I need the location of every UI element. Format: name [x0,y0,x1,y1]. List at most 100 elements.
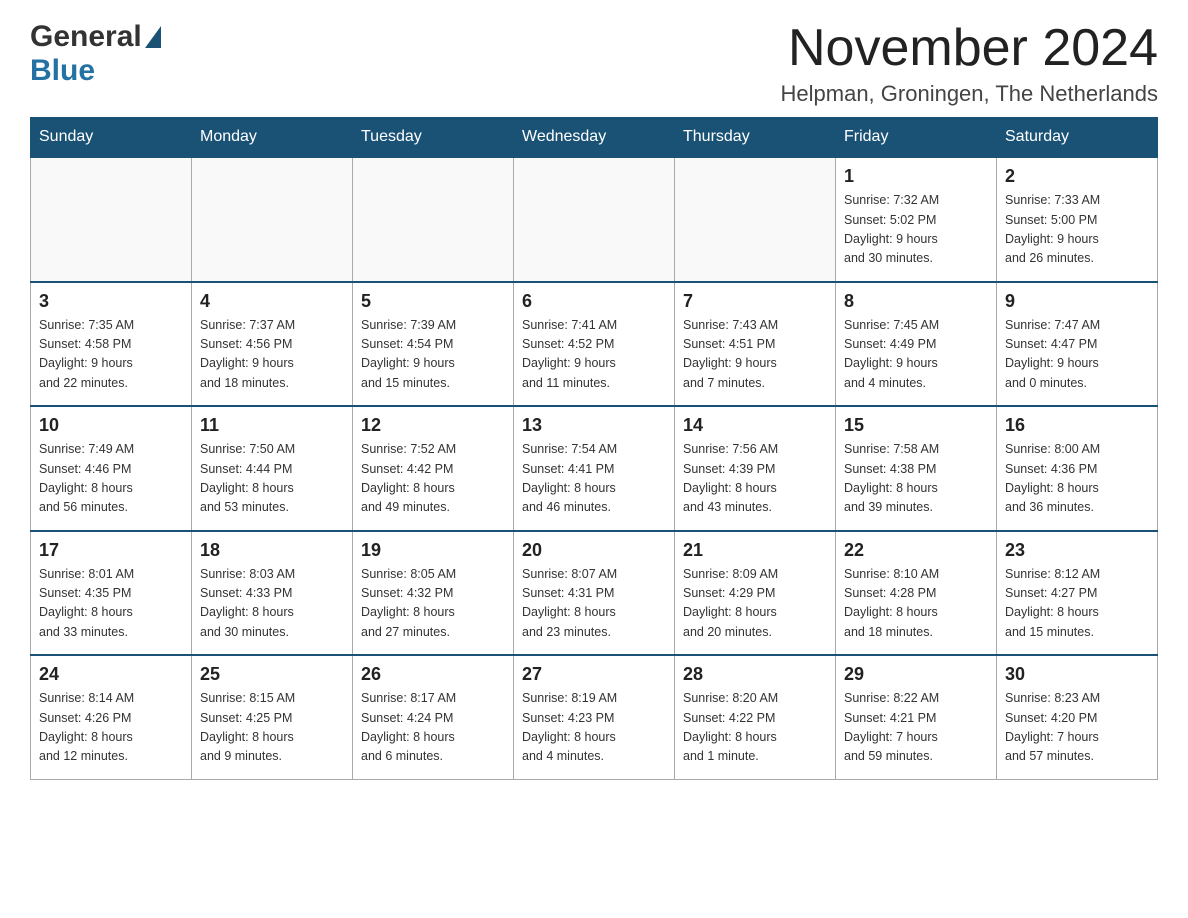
calendar-cell: 16Sunrise: 8:00 AM Sunset: 4:36 PM Dayli… [997,406,1158,531]
header-tuesday: Tuesday [353,118,514,158]
calendar-cell: 13 Sunrise: 7:54 AM Sunset: 4:41 PM Dayli… [514,406,675,531]
calendar-week-row: 24 Sunrise: 8:14 AM Sunset: 4:26 PM Dayli… [31,655,1158,779]
calendar-header-row: SundayMondayTuesdayWednesdayThursdayFrid… [31,118,1158,158]
day-number: 6 [522,291,666,312]
calendar-cell: 22 Sunrise: 8:10 AM Sunset: 4:28 PM Dayli… [836,531,997,656]
day-number: 5 [361,291,505,312]
calendar-cell: 26 Sunrise: 8:17 AM Sunset: 4:24 PM Dayli… [353,655,514,779]
day-number: 19 [361,540,505,561]
calendar-cell: 11 Sunrise: 7:50 AM Sunset: 4:44 PM Dayli… [192,406,353,531]
header-friday: Friday [836,118,997,158]
calendar-cell [514,157,675,282]
day-info: Sunrise: 7:32 AM Sunset: 5:02 PM Dayligh… [844,191,988,269]
calendar-cell [353,157,514,282]
logo-triangle-icon [145,26,161,48]
calendar-cell: 2 Sunrise: 7:33 AM Sunset: 5:00 PM Daylig… [997,157,1158,282]
day-info: Sunrise: 7:37 AM Sunset: 4:56 PM Dayligh… [200,316,344,394]
day-info: Sunrise: 7:39 AM Sunset: 4:54 PM Dayligh… [361,316,505,394]
logo-text-general: General [30,20,142,54]
day-number: 9 [1005,291,1149,312]
day-number: 22 [844,540,988,561]
logo-text-blue: Blue [30,54,95,87]
calendar-cell: 25Sunrise: 8:15 AM Sunset: 4:25 PM Dayli… [192,655,353,779]
day-number: 11 [200,415,344,436]
page-header: General Blue November 2024 Helpman, Gron… [30,20,1158,107]
day-number: 24 [39,664,183,685]
day-number: 23 [1005,540,1149,561]
day-number: 14 [683,415,827,436]
day-info: Sunrise: 7:33 AM Sunset: 5:00 PM Dayligh… [1005,191,1149,269]
calendar-cell: 21 Sunrise: 8:09 AM Sunset: 4:29 PM Dayli… [675,531,836,656]
calendar-cell: 14 Sunrise: 7:56 AM Sunset: 4:39 PM Dayli… [675,406,836,531]
header-wednesday: Wednesday [514,118,675,158]
day-info: Sunrise: 8:19 AM Sunset: 4:23 PM Dayligh… [522,689,666,767]
day-info: Sunrise: 8:12 AM Sunset: 4:27 PM Dayligh… [1005,565,1149,643]
location-subtitle: Helpman, Groningen, The Netherlands [781,81,1158,107]
calendar-cell: 5 Sunrise: 7:39 AM Sunset: 4:54 PM Daylig… [353,282,514,407]
day-number: 4 [200,291,344,312]
calendar-cell [675,157,836,282]
day-number: 12 [361,415,505,436]
calendar-cell: 9 Sunrise: 7:47 AM Sunset: 4:47 PM Daylig… [997,282,1158,407]
calendar-week-row: 17 Sunrise: 8:01 AM Sunset: 4:35 PM Dayli… [31,531,1158,656]
day-number: 10 [39,415,183,436]
day-info: Sunrise: 8:10 AM Sunset: 4:28 PM Dayligh… [844,565,988,643]
calendar-cell: 30Sunrise: 8:23 AM Sunset: 4:20 PM Dayli… [997,655,1158,779]
day-info: Sunrise: 8:05 AM Sunset: 4:32 PM Dayligh… [361,565,505,643]
day-info: Sunrise: 7:58 AM Sunset: 4:38 PM Dayligh… [844,440,988,518]
day-info: Sunrise: 7:41 AM Sunset: 4:52 PM Dayligh… [522,316,666,394]
day-info: Sunrise: 8:22 AM Sunset: 4:21 PM Dayligh… [844,689,988,767]
calendar-cell: 6 Sunrise: 7:41 AM Sunset: 4:52 PM Daylig… [514,282,675,407]
calendar-cell: 12 Sunrise: 7:52 AM Sunset: 4:42 PM Dayli… [353,406,514,531]
calendar-cell: 10Sunrise: 7:49 AM Sunset: 4:46 PM Dayli… [31,406,192,531]
calendar-cell [192,157,353,282]
day-info: Sunrise: 7:52 AM Sunset: 4:42 PM Dayligh… [361,440,505,518]
calendar-cell: 27 Sunrise: 8:19 AM Sunset: 4:23 PM Dayli… [514,655,675,779]
day-info: Sunrise: 7:35 AM Sunset: 4:58 PM Dayligh… [39,316,183,394]
day-number: 29 [844,664,988,685]
day-info: Sunrise: 8:14 AM Sunset: 4:26 PM Dayligh… [39,689,183,767]
calendar-cell: 28 Sunrise: 8:20 AM Sunset: 4:22 PM Dayli… [675,655,836,779]
day-info: Sunrise: 7:54 AM Sunset: 4:41 PM Dayligh… [522,440,666,518]
logo: General Blue [30,20,161,88]
calendar-cell: 7Sunrise: 7:43 AM Sunset: 4:51 PM Daylig… [675,282,836,407]
calendar-cell: 1 Sunrise: 7:32 AM Sunset: 5:02 PM Daylig… [836,157,997,282]
day-info: Sunrise: 8:01 AM Sunset: 4:35 PM Dayligh… [39,565,183,643]
calendar-cell: 24 Sunrise: 8:14 AM Sunset: 4:26 PM Dayli… [31,655,192,779]
day-number: 17 [39,540,183,561]
calendar-cell: 3Sunrise: 7:35 AM Sunset: 4:58 PM Daylig… [31,282,192,407]
day-info: Sunrise: 8:20 AM Sunset: 4:22 PM Dayligh… [683,689,827,767]
day-info: Sunrise: 7:50 AM Sunset: 4:44 PM Dayligh… [200,440,344,518]
calendar-cell: 18 Sunrise: 8:03 AM Sunset: 4:33 PM Dayli… [192,531,353,656]
day-number: 2 [1005,166,1149,187]
calendar-cell: 29 Sunrise: 8:22 AM Sunset: 4:21 PM Dayli… [836,655,997,779]
day-info: Sunrise: 8:09 AM Sunset: 4:29 PM Dayligh… [683,565,827,643]
calendar-cell: 4 Sunrise: 7:37 AM Sunset: 4:56 PM Daylig… [192,282,353,407]
day-info: Sunrise: 8:03 AM Sunset: 4:33 PM Dayligh… [200,565,344,643]
header-saturday: Saturday [997,118,1158,158]
day-info: Sunrise: 7:47 AM Sunset: 4:47 PM Dayligh… [1005,316,1149,394]
calendar-cell: 23 Sunrise: 8:12 AM Sunset: 4:27 PM Dayli… [997,531,1158,656]
day-number: 7 [683,291,827,312]
day-number: 28 [683,664,827,685]
day-info: Sunrise: 7:56 AM Sunset: 4:39 PM Dayligh… [683,440,827,518]
day-number: 18 [200,540,344,561]
day-number: 1 [844,166,988,187]
day-info: Sunrise: 8:07 AM Sunset: 4:31 PM Dayligh… [522,565,666,643]
day-number: 21 [683,540,827,561]
calendar-week-row: 1 Sunrise: 7:32 AM Sunset: 5:02 PM Daylig… [31,157,1158,282]
day-info: Sunrise: 7:45 AM Sunset: 4:49 PM Dayligh… [844,316,988,394]
calendar-cell: 8Sunrise: 7:45 AM Sunset: 4:49 PM Daylig… [836,282,997,407]
day-info: Sunrise: 8:17 AM Sunset: 4:24 PM Dayligh… [361,689,505,767]
header-monday: Monday [192,118,353,158]
day-number: 13 [522,415,666,436]
day-number: 26 [361,664,505,685]
day-number: 20 [522,540,666,561]
calendar-cell: 15 Sunrise: 7:58 AM Sunset: 4:38 PM Dayli… [836,406,997,531]
calendar-cell: 17 Sunrise: 8:01 AM Sunset: 4:35 PM Dayli… [31,531,192,656]
header-sunday: Sunday [31,118,192,158]
day-number: 15 [844,415,988,436]
day-number: 27 [522,664,666,685]
calendar-week-row: 3Sunrise: 7:35 AM Sunset: 4:58 PM Daylig… [31,282,1158,407]
title-area: November 2024 Helpman, Groningen, The Ne… [781,20,1158,107]
